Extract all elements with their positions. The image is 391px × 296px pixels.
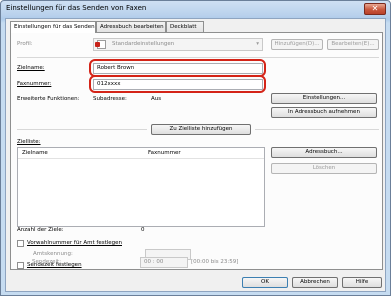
destination-list-label: Zielliste: [17,139,41,145]
profile-label: Profil: [17,41,33,47]
send-time-label: Sendezeit: [32,259,62,265]
list-header: Zielname Faxnummer [18,148,264,159]
tab-send-settings[interactable]: Einstellungen für das Senden [10,21,96,33]
document-icon [95,40,106,49]
send-settings-panel: Profil: Standardeinstellungen ▾ Hinzufüg… [10,32,383,270]
divider [17,57,379,58]
help-button[interactable]: Hilfe [342,277,382,288]
add-to-addressbook-button[interactable]: In Adressbuch aufnehmen [271,107,377,118]
divider [17,129,147,130]
highlight-fax [89,75,266,93]
chevron-down-icon: ▾ [256,41,259,47]
profile-edit-button[interactable]: Bearbeiten(E)... [327,39,379,50]
fax-label: Faxnummer: [17,81,52,87]
settings-button[interactable]: Einstellungen... [271,93,377,104]
dialog-window: Einstellungen für das Senden von Faxen ✕… [0,0,391,296]
access-code-label: Amtskennung: [33,251,73,257]
dialog-client: Einstellungen für das Senden Adressbuch … [5,18,386,292]
tab-edit-addressbook[interactable]: Adressbuch bearbeiten [96,21,166,32]
subaddress-label: Subadresse: [93,96,127,102]
profile-add-button[interactable]: Hinzufügen(D)... [271,39,323,50]
addressbook-button[interactable]: Adressbuch... [271,147,377,158]
column-header-name[interactable]: Zielname [22,150,48,156]
destination-count-label: Anzahl der Ziele: [17,227,64,233]
add-to-list-button[interactable]: Zu Zielliste hinzufügen [151,124,251,135]
prefix-checkbox[interactable] [17,240,24,247]
close-button[interactable]: ✕ [364,3,386,15]
close-icon: ✕ [371,4,379,13]
send-time-input[interactable]: 00 : 00 [140,257,188,268]
window-title: Einstellungen für das Senden von Faxen [6,4,147,12]
send-time-value: 00 : 00 [144,259,164,265]
destination-count-value: 0 [141,227,145,233]
extended-functions-label: Erweiterte Funktionen: [17,96,80,102]
tab-cover-page[interactable]: Deckblatt [166,21,204,32]
cancel-button[interactable]: Abbrechen [292,277,338,288]
name-label: Zielname: [17,65,45,71]
title-bar[interactable]: Einstellungen für das Senden von Faxen ✕ [1,1,390,17]
divider [255,129,379,130]
send-time-checkbox[interactable] [17,262,24,269]
subaddress-value: Aus [151,96,162,102]
profile-select[interactable]: Standardeinstellungen ▾ [93,38,263,51]
prefix-checkbox-label[interactable]: Vorwahlnummer für Amt festlegen [27,240,122,246]
profile-value: Standardeinstellungen [112,41,175,47]
column-header-fax[interactable]: Faxnummer [148,150,181,156]
delete-button[interactable]: Löschen [271,163,377,174]
ok-button[interactable]: OK [242,277,288,288]
destination-list[interactable]: Zielname Faxnummer [17,147,265,227]
time-range-hint: [00:00 bis 23:59] [191,259,239,265]
